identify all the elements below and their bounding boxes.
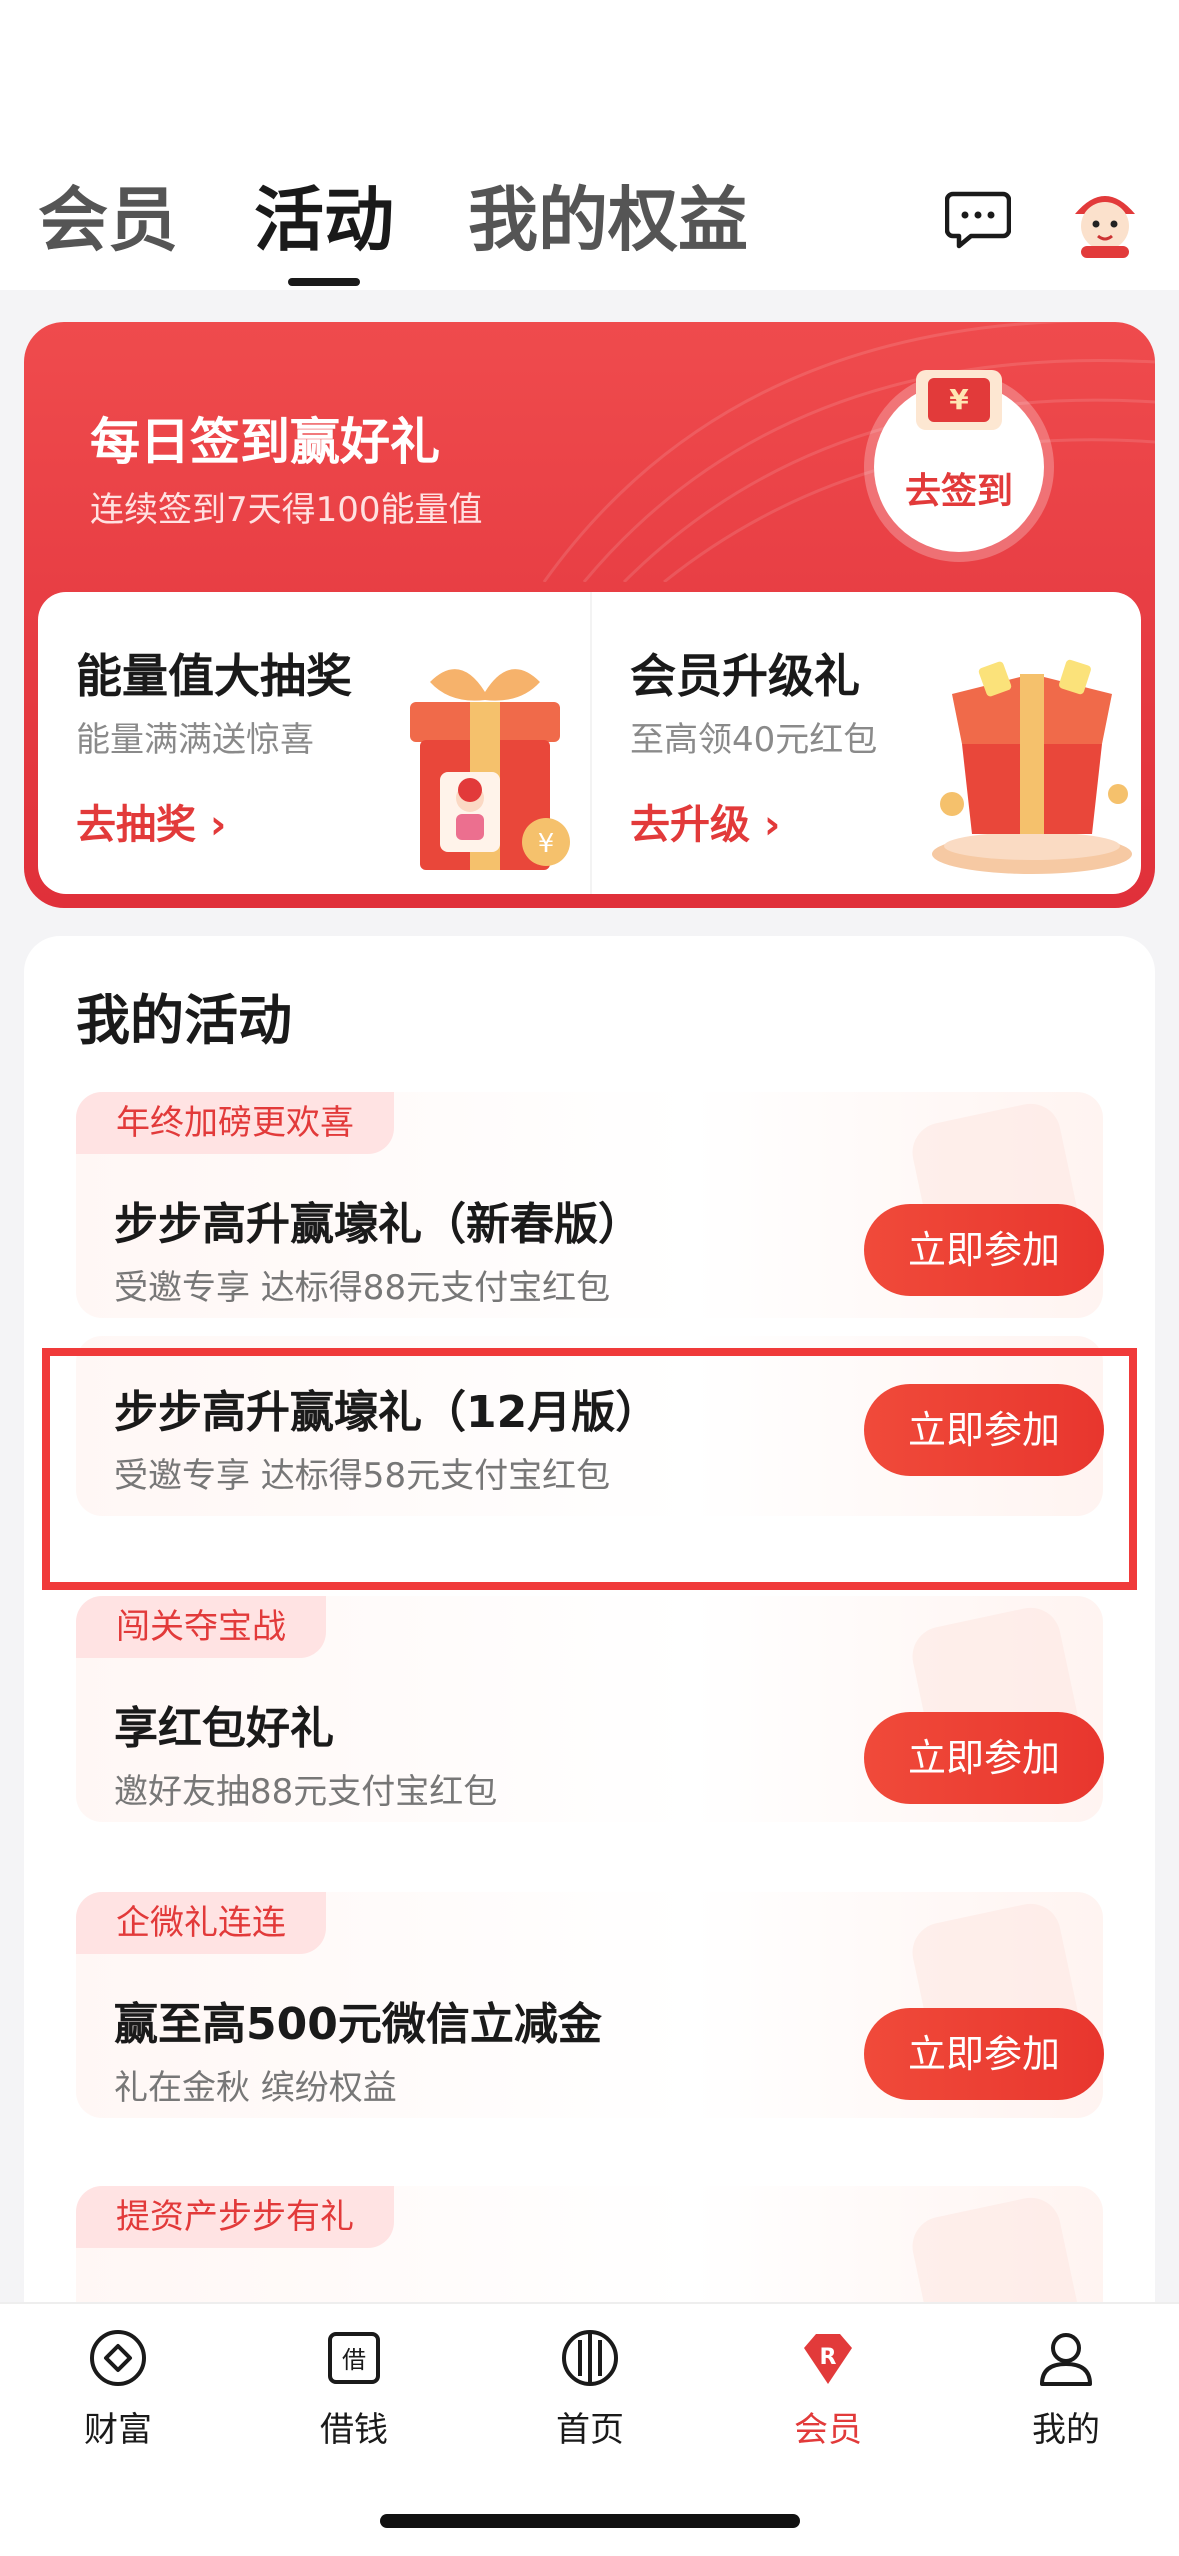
join-button[interactable]: 立即参加 xyxy=(864,2008,1104,2100)
profile-icon xyxy=(1040,2333,1092,2386)
active-tab-indicator xyxy=(288,278,360,286)
activities-title: 我的活动 xyxy=(76,989,292,1052)
lottery-subtitle: 能量满满送惊喜 xyxy=(76,720,314,760)
daily-checkin-banner: 每日签到赢好礼 连续签到7天得100能量值 ¥ 去签到 能量值大抽奖 能量满满送… xyxy=(24,322,1155,908)
activity-subtitle: 邀好友抽88元支付宝红包 xyxy=(114,1772,498,1812)
highlight-frame xyxy=(42,1348,1137,1590)
svg-text:借: 借 xyxy=(342,2346,366,2374)
activity-card[interactable]: 企微礼连连 赢至高500元微信立减金 礼在金秋 缤纷权益 立即参加 xyxy=(76,1892,1104,2118)
upgrade-subtitle: 至高领40元红包 xyxy=(630,720,878,760)
sign-in-label: 去签到 xyxy=(904,471,1013,512)
tab-member[interactable]: 会员 xyxy=(38,180,178,260)
banner-subtitle: 连续签到7天得100能量值 xyxy=(90,490,483,530)
activity-title: 赢至高500元微信立减金 xyxy=(114,1999,602,2050)
activity-title: 步步高升赢壕礼（新春版） xyxy=(114,1199,642,1250)
nav-member[interactable]: R 会员 xyxy=(758,2326,898,2451)
activity-tag: 闯关夺宝战 xyxy=(76,1596,326,1658)
banner-promo-cards: 能量值大抽奖 能量满满送惊喜 去抽奖 › ¥ 会员升级礼 至高领40元红包 去升… xyxy=(38,592,1141,894)
activity-subtitle: 礼在金秋 缤纷权益 xyxy=(114,2068,397,2108)
join-button[interactable]: 立即参加 xyxy=(864,1204,1104,1296)
tab-activities[interactable]: 活动 xyxy=(254,180,394,260)
upgrade-title: 会员升级礼 xyxy=(630,649,860,703)
join-button[interactable]: 立即参加 xyxy=(864,1712,1104,1804)
lottery-card[interactable]: 能量值大抽奖 能量满满送惊喜 去抽奖 › ¥ xyxy=(38,592,589,894)
mascot-avatar-icon[interactable] xyxy=(1065,180,1145,260)
nav-borrow[interactable]: 借 借钱 xyxy=(284,2326,424,2451)
activity-tag: 提资产步步有礼 xyxy=(76,2186,394,2248)
top-nav: 会员 活动 我的权益 xyxy=(0,150,1179,290)
nav-wealth[interactable]: 财富 xyxy=(48,2326,188,2451)
upgrade-card[interactable]: 会员升级礼 至高领40元红包 去升级 › xyxy=(590,592,1141,894)
svg-text:¥: ¥ xyxy=(538,829,555,859)
activity-subtitle: 受邀专享 达标得88元支付宝红包 xyxy=(114,1268,611,1308)
sign-in-button[interactable]: ¥ 去签到 xyxy=(874,370,1044,552)
home-indicator xyxy=(380,2514,800,2528)
status-bar xyxy=(0,0,1179,150)
upgrade-link[interactable]: 去升级 › xyxy=(630,792,780,850)
activity-card[interactable]: 闯关夺宝战 享红包好礼 邀好友抽88元支付宝红包 立即参加 xyxy=(76,1596,1104,1822)
activity-title: 享红包好礼 xyxy=(114,1703,334,1754)
tab-my-benefits[interactable]: 我的权益 xyxy=(468,180,748,260)
member-icon: R xyxy=(804,2334,852,2384)
message-icon[interactable] xyxy=(945,190,1011,250)
lottery-title: 能量值大抽奖 xyxy=(76,649,352,703)
treasure-chest-icon xyxy=(932,659,1132,874)
activity-tag: 年终加磅更欢喜 xyxy=(76,1092,394,1154)
red-envelope-icon: ¥ xyxy=(916,370,1002,430)
gift-box-icon: ¥ xyxy=(410,669,570,870)
svg-text:R: R xyxy=(820,2345,837,2370)
borrow-icon: 借 xyxy=(328,2332,380,2384)
nav-home[interactable]: 首页 xyxy=(520,2326,660,2451)
lottery-link[interactable]: 去抽奖 › xyxy=(76,792,226,850)
home-icon xyxy=(562,2330,618,2386)
activity-card[interactable]: 年终加磅更欢喜 步步高升赢壕礼（新春版） 受邀专享 达标得88元支付宝红包 立即… xyxy=(76,1092,1104,1318)
activity-tag: 企微礼连连 xyxy=(76,1892,326,1954)
banner-title: 每日签到赢好礼 xyxy=(90,413,440,471)
nav-profile[interactable]: 我的 xyxy=(996,2326,1136,2451)
wealth-icon xyxy=(90,2330,146,2386)
